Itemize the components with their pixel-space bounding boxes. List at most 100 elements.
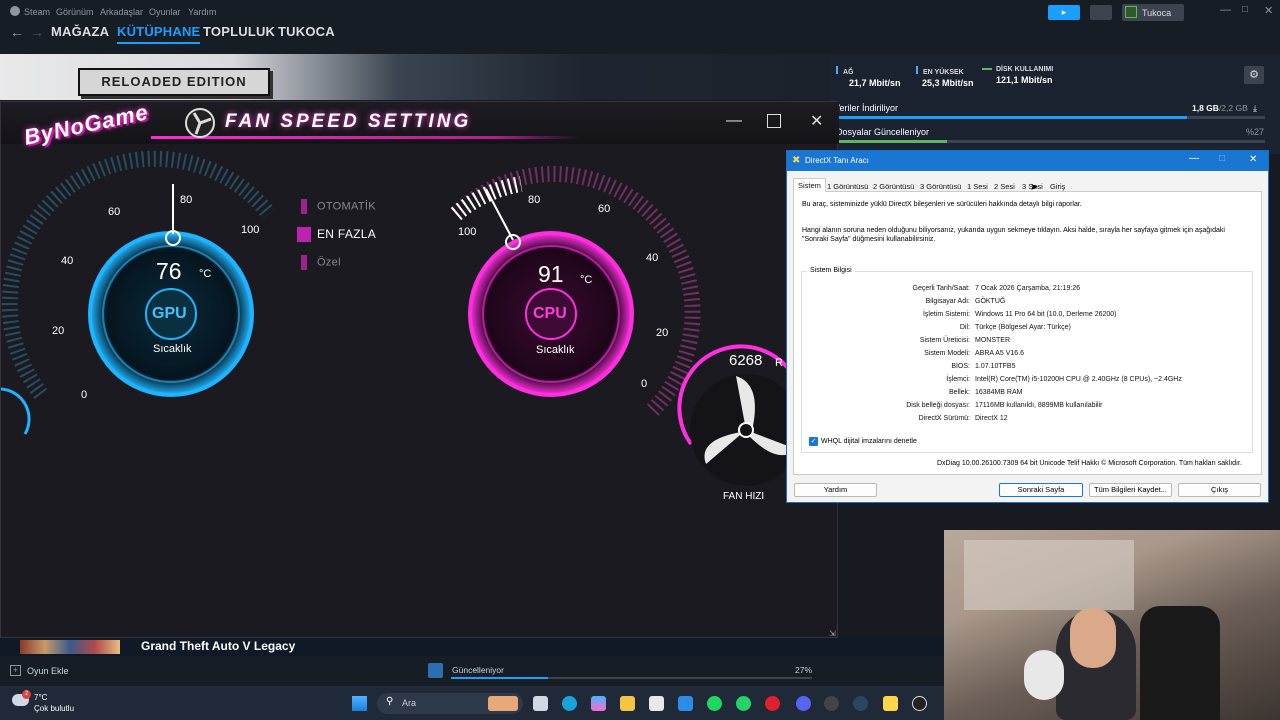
gpu-caption: Sıcaklık <box>153 343 192 355</box>
add-game-button[interactable]: Oyun Ekle <box>27 666 69 676</box>
menu-friends[interactable]: Arkadaşlar <box>100 7 143 17</box>
row-value: Intel(R) Core(TM) i5-10200H CPU @ 2.40GH… <box>975 376 1182 383</box>
gpu-tick-20: 20 <box>52 325 65 337</box>
steam-icon[interactable] <box>853 696 868 711</box>
maximize-icon[interactable]: □ <box>1242 4 1248 15</box>
next-page-button[interactable]: Sonraki Sayfa <box>999 483 1083 497</box>
mode-auto-checkbox[interactable] <box>301 199 307 214</box>
forward-icon[interactable]: → <box>30 24 44 40</box>
spotify-icon[interactable] <box>707 696 722 711</box>
bell-icon[interactable] <box>1090 5 1112 20</box>
gpu-gauge <box>1 150 276 435</box>
minimize-icon[interactable]: — <box>1220 4 1231 16</box>
mode-custom-checkbox[interactable] <box>301 255 307 270</box>
row-value: ABRA A5 V16.6 <box>975 350 1025 357</box>
fan-logo-icon <box>185 108 215 138</box>
gpu-tick-60: 60 <box>108 206 121 218</box>
cpu-temp: 91 <box>538 261 564 287</box>
stat-disk: DİSK KULLANIMI 121,1 Mbit/sn <box>982 66 1053 85</box>
download-progress-fill <box>830 116 1187 119</box>
cpu-caption: Sıcaklık <box>536 344 575 356</box>
row-value: DirectX 12 <box>975 415 1008 422</box>
update-progress-fill <box>451 677 548 679</box>
game-strip: Grand Theft Auto V Legacy <box>0 638 944 656</box>
mode-max[interactable]: EN FAZLA <box>297 227 376 243</box>
cpu-label: CPU <box>533 305 567 322</box>
resize-grip-icon[interactable]: ⇲ <box>829 629 836 638</box>
cpu-tick-60: 60 <box>598 203 611 215</box>
update-progress-fill <box>830 140 948 143</box>
whatsapp-icon[interactable] <box>736 696 751 711</box>
update-row-percent: %27 <box>1246 127 1265 137</box>
system-info-table: Geçerli Tarih/Saat: 7 Ocak 2026 Çarşamba,… <box>787 151 1268 504</box>
nav-store[interactable]: MAĞAZA <box>51 24 109 39</box>
nav-profile[interactable]: TUKOCA <box>278 24 335 39</box>
mode-auto[interactable]: OTOMATİK <box>301 199 376 214</box>
update-row-label: Dosyalar Güncelleniyor <box>836 127 930 137</box>
weather-desc: Çok bulutlu <box>34 704 75 713</box>
task-view-icon[interactable] <box>533 696 548 711</box>
whql-checkbox[interactable]: ✓ <box>809 437 818 446</box>
reloaded-badge: RELOADED EDITION <box>78 68 270 96</box>
copilot-icon[interactable] <box>591 696 606 711</box>
cpu-tick-80: 80 <box>528 194 541 206</box>
row-value: 16384MB RAM <box>975 389 1023 396</box>
game-thumbnail[interactable] <box>20 640 120 654</box>
menu-help[interactable]: Yardım <box>188 7 216 17</box>
network-bar-icon <box>836 66 838 74</box>
start-windows-icon[interactable] <box>352 696 367 711</box>
fan-maximize-button[interactable] <box>767 114 781 128</box>
update-status-percent: 27% <box>795 665 813 675</box>
downloads-panel: AĞ 21,7 Mbit/sn EN YÜKSEK 25,3 Mbit/sn D… <box>830 54 1280 154</box>
directx-icon[interactable] <box>883 696 898 711</box>
game-title[interactable]: Grand Theft Auto V Legacy <box>141 639 295 653</box>
edge-icon[interactable] <box>562 696 577 711</box>
search-highlight-icon <box>488 696 518 711</box>
cpu-gauge <box>450 166 701 418</box>
download-progress-track <box>830 116 1265 119</box>
discord-icon[interactable] <box>796 696 811 711</box>
store-icon[interactable] <box>649 696 664 711</box>
obs-icon[interactable] <box>912 696 927 711</box>
search-icon: ⚲ <box>386 696 394 707</box>
row-value: 1.07.10TFB5 <box>975 363 1016 370</box>
gpu-app-icon[interactable] <box>824 696 839 711</box>
close-icon[interactable]: ✕ <box>1264 4 1273 17</box>
weather-temp: 7°C <box>34 693 48 702</box>
back-icon[interactable]: ← <box>10 24 24 40</box>
menu-steam[interactable]: Steam <box>24 7 50 17</box>
row-label: Bilgisayar Adı: <box>925 298 970 305</box>
disk-line-icon <box>982 68 992 71</box>
settings-gear-button[interactable]: ⚙ <box>1244 66 1264 84</box>
gpu-tick-100: 100 <box>241 224 260 236</box>
opera-icon[interactable] <box>765 696 780 711</box>
menu-view[interactable]: Görünüm <box>56 7 94 17</box>
exit-button[interactable]: Çıkış <box>1178 483 1261 497</box>
menu-games[interactable]: Oyunlar <box>149 7 181 17</box>
update-status-label[interactable]: Güncelleniyor <box>452 665 504 675</box>
row-label: BIOS: <box>951 363 970 370</box>
directx-diag-window: ✖ DirectX Tanı Aracı — □ ✕ Sistem 1 Görü… <box>786 150 1269 503</box>
nav-library[interactable]: KÜTÜPHANE <box>117 24 201 44</box>
nav-community[interactable]: TOPLULUK <box>203 24 275 39</box>
user-avatar <box>1125 6 1137 18</box>
search-placeholder: Ara <box>402 698 417 708</box>
gpu-temp: 76 <box>156 258 182 284</box>
mail-icon[interactable] <box>678 696 693 711</box>
announce-button[interactable]: ▸ <box>1048 5 1080 20</box>
mode-max-checkbox[interactable] <box>297 227 311 243</box>
row-value: GÖKTUĞ <box>975 298 1006 305</box>
mode-custom[interactable]: Özel <box>301 255 341 270</box>
weather-badge: 2 <box>22 690 31 699</box>
update-status-icon <box>428 663 443 678</box>
file-explorer-icon[interactable] <box>620 696 635 711</box>
save-all-button[interactable]: Tüm Bilgileri Kaydet... <box>1089 483 1172 497</box>
add-game-icon[interactable]: + <box>10 665 21 676</box>
fan-close-button[interactable]: ✕ <box>810 111 823 131</box>
steam-nav: ← → MAĞAZA KÜTÜPHANE TOPLULUK TUKOCA <box>0 24 1280 54</box>
row-label: Disk belleği dosyası: <box>906 402 970 409</box>
help-button[interactable]: Yardım <box>794 483 877 497</box>
fan-minimize-button[interactable]: — <box>726 112 742 130</box>
row-label: Dil: <box>959 324 970 331</box>
webcam-chair <box>1140 606 1220 720</box>
